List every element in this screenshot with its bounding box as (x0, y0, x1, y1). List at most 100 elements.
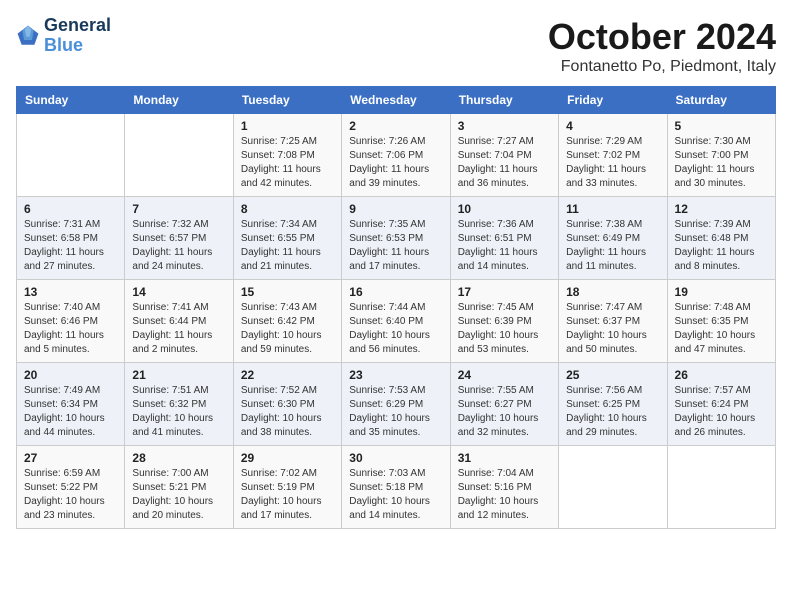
daylight-text: Daylight: 10 hours and 32 minutes. (458, 413, 539, 438)
day-number: 23 (349, 368, 442, 382)
sunset-text: Sunset: 6:29 PM (349, 399, 423, 410)
day-info: Sunrise: 7:03 AM Sunset: 5:18 PM Dayligh… (349, 467, 442, 523)
sunrise-text: Sunrise: 7:25 AM (241, 136, 317, 147)
sunset-text: Sunset: 6:42 PM (241, 316, 315, 327)
sunset-text: Sunset: 6:30 PM (241, 399, 315, 410)
calendar-cell: 3 Sunrise: 7:27 AM Sunset: 7:04 PM Dayli… (450, 114, 558, 197)
calendar-cell: 30 Sunrise: 7:03 AM Sunset: 5:18 PM Dayl… (342, 446, 450, 529)
calendar-cell: 24 Sunrise: 7:55 AM Sunset: 6:27 PM Dayl… (450, 363, 558, 446)
sunset-text: Sunset: 6:35 PM (675, 316, 749, 327)
weekday-row: SundayMondayTuesdayWednesdayThursdayFrid… (17, 87, 776, 114)
day-number: 3 (458, 119, 551, 133)
sunrise-text: Sunrise: 7:56 AM (566, 385, 642, 396)
calendar-cell: 27 Sunrise: 6:59 AM Sunset: 5:22 PM Dayl… (17, 446, 125, 529)
sunset-text: Sunset: 6:57 PM (132, 233, 206, 244)
daylight-text: Daylight: 10 hours and 56 minutes. (349, 330, 430, 355)
daylight-text: Daylight: 11 hours and 33 minutes. (566, 164, 646, 189)
sunset-text: Sunset: 6:25 PM (566, 399, 640, 410)
calendar-week-5: 27 Sunrise: 6:59 AM Sunset: 5:22 PM Dayl… (17, 446, 776, 529)
sunset-text: Sunset: 6:34 PM (24, 399, 98, 410)
day-info: Sunrise: 7:55 AM Sunset: 6:27 PM Dayligh… (458, 384, 551, 440)
calendar-cell: 10 Sunrise: 7:36 AM Sunset: 6:51 PM Dayl… (450, 197, 558, 280)
calendar-week-1: 1 Sunrise: 7:25 AM Sunset: 7:08 PM Dayli… (17, 114, 776, 197)
calendar-cell: 29 Sunrise: 7:02 AM Sunset: 5:19 PM Dayl… (233, 446, 341, 529)
daylight-text: Daylight: 10 hours and 14 minutes. (349, 496, 430, 521)
sunrise-text: Sunrise: 7:47 AM (566, 302, 642, 313)
sunset-text: Sunset: 6:27 PM (458, 399, 532, 410)
calendar-body: 1 Sunrise: 7:25 AM Sunset: 7:08 PM Dayli… (17, 114, 776, 529)
calendar-table: SundayMondayTuesdayWednesdayThursdayFrid… (16, 86, 776, 529)
day-number: 25 (566, 368, 659, 382)
weekday-header-friday: Friday (559, 87, 667, 114)
sunset-text: Sunset: 7:08 PM (241, 150, 315, 161)
daylight-text: Daylight: 11 hours and 39 minutes. (349, 164, 429, 189)
day-info: Sunrise: 7:30 AM Sunset: 7:00 PM Dayligh… (675, 135, 768, 191)
sunrise-text: Sunrise: 7:52 AM (241, 385, 317, 396)
weekday-header-saturday: Saturday (667, 87, 775, 114)
day-info: Sunrise: 7:35 AM Sunset: 6:53 PM Dayligh… (349, 218, 442, 274)
day-number: 15 (241, 285, 334, 299)
day-number: 12 (675, 202, 768, 216)
calendar-cell (125, 114, 233, 197)
day-number: 21 (132, 368, 225, 382)
sunset-text: Sunset: 7:00 PM (675, 150, 749, 161)
weekday-header-thursday: Thursday (450, 87, 558, 114)
sunset-text: Sunset: 7:02 PM (566, 150, 640, 161)
day-info: Sunrise: 7:49 AM Sunset: 6:34 PM Dayligh… (24, 384, 117, 440)
daylight-text: Daylight: 11 hours and 14 minutes. (458, 247, 538, 272)
sunrise-text: Sunrise: 7:38 AM (566, 219, 642, 230)
day-number: 14 (132, 285, 225, 299)
sunset-text: Sunset: 5:18 PM (349, 482, 423, 493)
day-number: 16 (349, 285, 442, 299)
day-number: 20 (24, 368, 117, 382)
day-number: 19 (675, 285, 768, 299)
calendar-cell: 19 Sunrise: 7:48 AM Sunset: 6:35 PM Dayl… (667, 280, 775, 363)
day-number: 24 (458, 368, 551, 382)
sunset-text: Sunset: 5:22 PM (24, 482, 98, 493)
calendar-cell: 20 Sunrise: 7:49 AM Sunset: 6:34 PM Dayl… (17, 363, 125, 446)
day-info: Sunrise: 7:00 AM Sunset: 5:21 PM Dayligh… (132, 467, 225, 523)
title-area: October 2024 Fontanetto Po, Piedmont, It… (548, 16, 776, 76)
day-info: Sunrise: 7:34 AM Sunset: 6:55 PM Dayligh… (241, 218, 334, 274)
calendar-cell: 31 Sunrise: 7:04 AM Sunset: 5:16 PM Dayl… (450, 446, 558, 529)
day-info: Sunrise: 7:31 AM Sunset: 6:58 PM Dayligh… (24, 218, 117, 274)
daylight-text: Daylight: 11 hours and 2 minutes. (132, 330, 212, 355)
sunrise-text: Sunrise: 7:57 AM (675, 385, 751, 396)
day-info: Sunrise: 7:57 AM Sunset: 6:24 PM Dayligh… (675, 384, 768, 440)
calendar-cell: 2 Sunrise: 7:26 AM Sunset: 7:06 PM Dayli… (342, 114, 450, 197)
sunrise-text: Sunrise: 7:45 AM (458, 302, 534, 313)
day-number: 2 (349, 119, 442, 133)
day-number: 13 (24, 285, 117, 299)
sunset-text: Sunset: 6:48 PM (675, 233, 749, 244)
sunrise-text: Sunrise: 7:34 AM (241, 219, 317, 230)
day-info: Sunrise: 7:29 AM Sunset: 7:02 PM Dayligh… (566, 135, 659, 191)
calendar-cell: 7 Sunrise: 7:32 AM Sunset: 6:57 PM Dayli… (125, 197, 233, 280)
sunset-text: Sunset: 6:32 PM (132, 399, 206, 410)
sunset-text: Sunset: 5:21 PM (132, 482, 206, 493)
day-number: 7 (132, 202, 225, 216)
logo-icon (16, 24, 40, 48)
daylight-text: Daylight: 11 hours and 11 minutes. (566, 247, 646, 272)
daylight-text: Daylight: 10 hours and 53 minutes. (458, 330, 539, 355)
day-info: Sunrise: 7:39 AM Sunset: 6:48 PM Dayligh… (675, 218, 768, 274)
day-info: Sunrise: 7:53 AM Sunset: 6:29 PM Dayligh… (349, 384, 442, 440)
logo: General Blue (16, 16, 111, 56)
sunset-text: Sunset: 6:49 PM (566, 233, 640, 244)
daylight-text: Daylight: 11 hours and 17 minutes. (349, 247, 429, 272)
daylight-text: Daylight: 10 hours and 20 minutes. (132, 496, 213, 521)
calendar-cell: 6 Sunrise: 7:31 AM Sunset: 6:58 PM Dayli… (17, 197, 125, 280)
sunrise-text: Sunrise: 6:59 AM (24, 468, 100, 479)
sunrise-text: Sunrise: 7:29 AM (566, 136, 642, 147)
day-info: Sunrise: 6:59 AM Sunset: 5:22 PM Dayligh… (24, 467, 117, 523)
sunset-text: Sunset: 6:24 PM (675, 399, 749, 410)
calendar-cell: 1 Sunrise: 7:25 AM Sunset: 7:08 PM Dayli… (233, 114, 341, 197)
day-info: Sunrise: 7:36 AM Sunset: 6:51 PM Dayligh… (458, 218, 551, 274)
sunset-text: Sunset: 6:51 PM (458, 233, 532, 244)
day-number: 17 (458, 285, 551, 299)
calendar-cell: 28 Sunrise: 7:00 AM Sunset: 5:21 PM Dayl… (125, 446, 233, 529)
sunrise-text: Sunrise: 7:02 AM (241, 468, 317, 479)
location-title: Fontanetto Po, Piedmont, Italy (548, 58, 776, 76)
day-info: Sunrise: 7:25 AM Sunset: 7:08 PM Dayligh… (241, 135, 334, 191)
sunset-text: Sunset: 5:19 PM (241, 482, 315, 493)
weekday-header-wednesday: Wednesday (342, 87, 450, 114)
